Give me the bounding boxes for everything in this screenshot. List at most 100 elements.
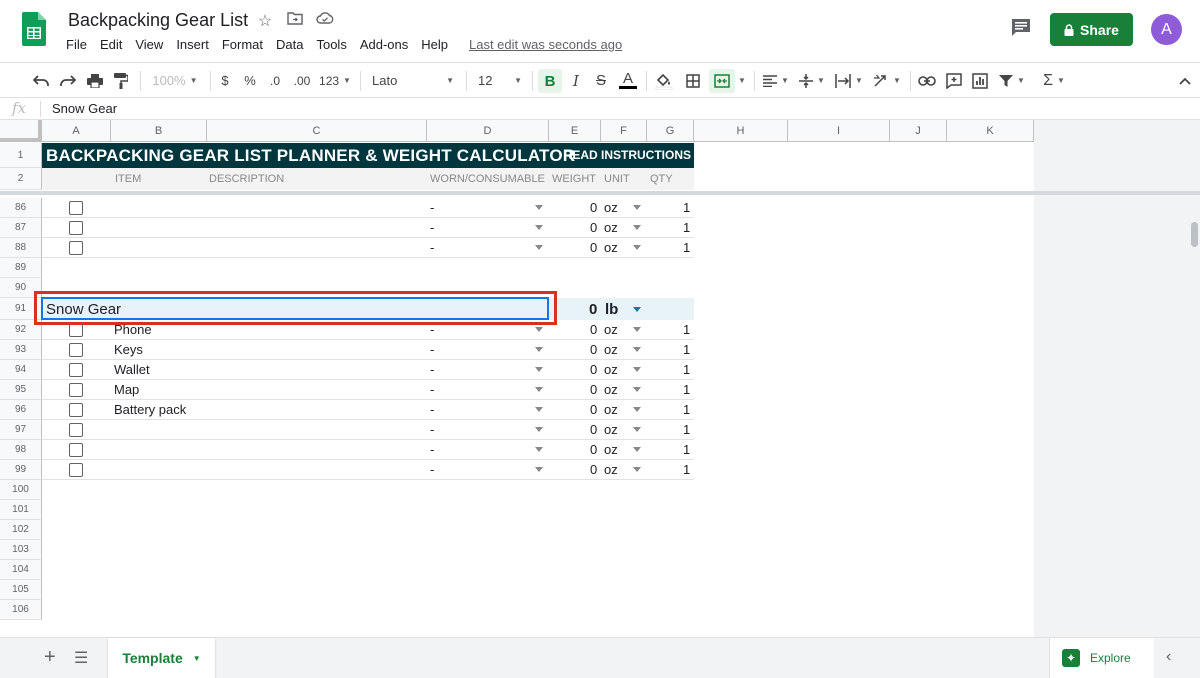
menu-view[interactable]: View bbox=[135, 37, 163, 52]
add-sheet-icon[interactable]: + bbox=[44, 646, 56, 669]
dropdown-arrow-icon[interactable] bbox=[633, 367, 641, 372]
unit-select[interactable]: oz bbox=[604, 422, 618, 437]
row-header[interactable]: 101 bbox=[0, 500, 42, 520]
menu-addons[interactable]: Add-ons bbox=[360, 37, 408, 52]
frozen-row-divider[interactable] bbox=[0, 191, 1200, 195]
menu-format[interactable]: Format bbox=[222, 37, 263, 52]
dropdown-arrow-icon[interactable] bbox=[633, 245, 641, 250]
unit-select[interactable]: oz bbox=[604, 382, 618, 397]
worn-select[interactable]: - bbox=[430, 442, 434, 457]
column-header[interactable]: K bbox=[947, 120, 1034, 142]
unit-select[interactable]: oz bbox=[604, 342, 618, 357]
dropdown-arrow-icon[interactable] bbox=[633, 205, 641, 210]
row-header[interactable]: 94 bbox=[0, 360, 42, 380]
redo-icon[interactable] bbox=[57, 63, 79, 98]
column-header[interactable]: D bbox=[427, 120, 549, 142]
column-header[interactable]: F bbox=[601, 120, 647, 142]
move-folder-icon[interactable] bbox=[285, 11, 305, 31]
merge-cells-icon[interactable] bbox=[709, 69, 735, 93]
borders-icon[interactable] bbox=[682, 63, 704, 98]
packed-checkbox[interactable] bbox=[69, 201, 83, 215]
insert-comment-icon[interactable] bbox=[943, 63, 965, 98]
row-header[interactable]: 2 bbox=[0, 168, 42, 190]
font-size-select[interactable]: 12 ▼ bbox=[472, 63, 528, 98]
worn-select[interactable]: - bbox=[430, 220, 434, 235]
row-header[interactable]: 86 bbox=[0, 198, 42, 218]
row-header[interactable]: 102 bbox=[0, 520, 42, 540]
dropdown-arrow-icon[interactable] bbox=[535, 347, 543, 352]
select-all-corner[interactable] bbox=[0, 120, 42, 142]
column-header[interactable]: A bbox=[42, 120, 111, 142]
worn-select[interactable]: - bbox=[430, 462, 434, 477]
italic-button[interactable]: I bbox=[566, 63, 586, 98]
chevron-down-icon[interactable]: ▼ bbox=[736, 63, 748, 98]
column-header[interactable]: B bbox=[111, 120, 207, 142]
worn-select[interactable]: - bbox=[430, 402, 434, 417]
dropdown-arrow-icon[interactable] bbox=[535, 367, 543, 372]
decrease-decimal-button[interactable]: .0 bbox=[263, 63, 287, 98]
star-icon[interactable]: ☆ bbox=[255, 11, 275, 31]
menu-data[interactable]: Data bbox=[276, 37, 303, 52]
section-unit-select[interactable]: lb bbox=[605, 301, 618, 318]
collapse-side-panel-icon[interactable]: ‹ bbox=[1166, 648, 1171, 666]
strikethrough-button[interactable]: S bbox=[591, 63, 611, 98]
row-header[interactable]: 87 bbox=[0, 218, 42, 238]
currency-format-button[interactable]: $ bbox=[216, 63, 234, 98]
menu-edit[interactable]: Edit bbox=[100, 37, 122, 52]
column-header[interactable]: H bbox=[694, 120, 788, 142]
all-sheets-icon[interactable]: ☰ bbox=[74, 648, 88, 668]
dropdown-arrow-icon[interactable] bbox=[633, 327, 641, 332]
packed-checkbox[interactable] bbox=[69, 423, 83, 437]
comment-history-icon[interactable] bbox=[1010, 18, 1032, 38]
read-instructions-link[interactable]: READ INSTRUCTIONS bbox=[564, 148, 691, 162]
dropdown-arrow-icon[interactable] bbox=[535, 447, 543, 452]
unit-select[interactable]: oz bbox=[604, 240, 618, 255]
text-wrapping-icon[interactable]: ▼ bbox=[832, 63, 866, 98]
column-header[interactable]: G bbox=[647, 120, 694, 142]
unit-select[interactable]: oz bbox=[604, 362, 618, 377]
print-icon[interactable] bbox=[84, 63, 106, 98]
unit-select[interactable]: oz bbox=[604, 322, 618, 337]
packed-checkbox[interactable] bbox=[69, 343, 83, 357]
row-header[interactable]: 98 bbox=[0, 440, 42, 460]
share-button[interactable]: Share bbox=[1050, 13, 1133, 46]
packed-checkbox[interactable] bbox=[69, 403, 83, 417]
more-formats-select[interactable]: 123 ▼ bbox=[318, 63, 352, 98]
packed-checkbox[interactable] bbox=[69, 363, 83, 377]
explore-button[interactable]: ✦ Explore bbox=[1049, 638, 1154, 678]
dropdown-arrow-icon[interactable] bbox=[535, 205, 543, 210]
percent-format-button[interactable]: % bbox=[240, 63, 260, 98]
column-header[interactable]: C bbox=[207, 120, 427, 142]
column-header[interactable]: E bbox=[549, 120, 601, 142]
account-avatar[interactable]: A bbox=[1151, 14, 1182, 45]
row-header[interactable]: 93 bbox=[0, 340, 42, 360]
packed-checkbox[interactable] bbox=[69, 463, 83, 477]
dropdown-arrow-icon[interactable] bbox=[633, 225, 641, 230]
packed-checkbox[interactable] bbox=[69, 323, 83, 337]
zoom-select[interactable]: 100% ▼ bbox=[146, 63, 204, 98]
row-header[interactable]: 99 bbox=[0, 460, 42, 480]
formula-input[interactable]: Snow Gear bbox=[52, 101, 117, 116]
worn-select[interactable]: - bbox=[430, 322, 434, 337]
row-header[interactable]: 104 bbox=[0, 560, 42, 580]
row-header[interactable]: 1 bbox=[0, 143, 42, 168]
column-header[interactable]: I bbox=[788, 120, 890, 142]
unit-select[interactable]: oz bbox=[604, 442, 618, 457]
dropdown-arrow-icon[interactable] bbox=[633, 407, 641, 412]
insert-link-icon[interactable] bbox=[916, 63, 938, 98]
collapse-toolbar-icon[interactable] bbox=[1176, 63, 1194, 98]
cloud-status-icon[interactable] bbox=[315, 11, 335, 31]
dropdown-arrow-icon[interactable] bbox=[535, 327, 543, 332]
spreadsheet-grid[interactable]: A B C D E F G H I J K 1 2 86 87 88 89 90… bbox=[0, 120, 1200, 637]
text-color-button[interactable]: A bbox=[617, 63, 639, 98]
menu-tools[interactable]: Tools bbox=[316, 37, 346, 52]
dropdown-arrow-icon[interactable] bbox=[535, 245, 543, 250]
menu-help[interactable]: Help bbox=[421, 37, 448, 52]
packed-checkbox[interactable] bbox=[69, 383, 83, 397]
packed-checkbox[interactable] bbox=[69, 443, 83, 457]
worn-select[interactable]: - bbox=[430, 382, 434, 397]
dropdown-arrow-icon[interactable] bbox=[535, 225, 543, 230]
font-family-select[interactable]: Lato ▼ bbox=[366, 63, 460, 98]
unit-select[interactable]: oz bbox=[604, 200, 618, 215]
increase-decimal-button[interactable]: .00 bbox=[290, 63, 314, 98]
